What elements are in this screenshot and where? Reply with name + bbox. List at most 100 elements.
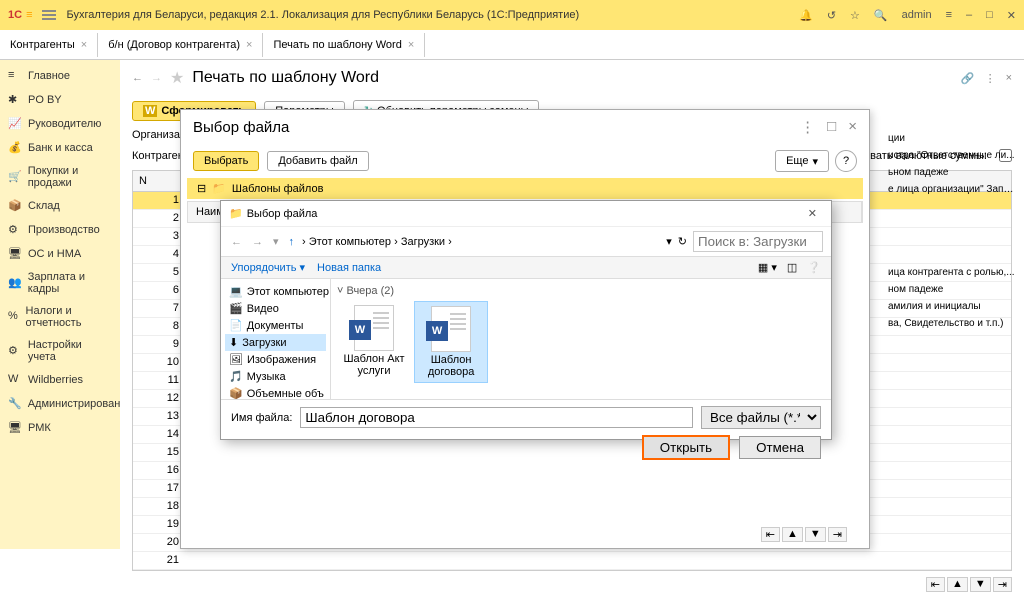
maximize-icon[interactable]: □ — [986, 9, 993, 21]
close-icon[interactable]: × — [246, 39, 252, 51]
sidebar-item[interactable]: WWildberries — [0, 368, 120, 392]
tree-item[interactable]: ⬇Загрузки — [225, 334, 326, 351]
bell-icon[interactable]: 🔔 — [799, 9, 813, 22]
tree-item[interactable]: 🖼Изображения — [225, 351, 326, 368]
dialog-max-icon[interactable]: □ — [827, 118, 836, 136]
select-button[interactable]: Выбрать — [193, 151, 259, 171]
sidebar-item[interactable]: 👥Зарплата и кадры — [0, 266, 120, 300]
info-text: ции — [888, 130, 1018, 147]
sidebar-item[interactable]: 📈Руководителю — [0, 112, 120, 136]
help-icon[interactable]: ❔ — [807, 261, 821, 274]
os-file-picker: 📁 Выбор файла ✕ ← → ▾ ↑ › Этот компьютер… — [220, 200, 832, 440]
new-folder-button[interactable]: Новая папка — [317, 262, 381, 274]
tree-item[interactable]: 📄Документы — [225, 317, 326, 334]
sidebar-icon: 📈 — [8, 117, 22, 131]
path-dropdown-icon[interactable]: ▾ — [666, 235, 672, 248]
page-title: Печать по шаблону Word — [192, 69, 379, 87]
close-app-icon[interactable]: ✕ — [1007, 9, 1016, 22]
back-icon[interactable]: ← — [132, 72, 143, 84]
info-text: ьном падеже — [888, 164, 1018, 181]
history-icon[interactable]: ↺ — [827, 9, 836, 22]
sidebar-item[interactable]: 📦Склад — [0, 194, 120, 218]
file-item-selected[interactable]: Шаблон договора — [414, 301, 488, 383]
nav-up-icon[interactable]: ▲ — [947, 577, 968, 592]
file-group-label[interactable]: ˅ Вчера (2) — [337, 285, 825, 297]
menu-burger-icon[interactable] — [42, 10, 56, 20]
nav-last-icon[interactable]: ⇥ — [828, 527, 847, 542]
close-page-icon[interactable]: × — [1006, 72, 1012, 85]
tree-icon: 🎵 — [229, 370, 243, 383]
file-item[interactable]: Шаблон Акт услуги — [337, 301, 411, 381]
sidebar-item[interactable]: ⚙Настройки учета — [0, 334, 120, 368]
sidebar-item[interactable]: ✱PO BY — [0, 88, 120, 112]
sidebar-icon: W — [8, 373, 22, 387]
picker-close-icon[interactable]: ✕ — [802, 205, 823, 222]
dialog-more-icon[interactable]: ⋮ — [800, 118, 815, 136]
word-doc-icon — [431, 306, 471, 352]
forward-icon[interactable]: → — [151, 72, 162, 84]
collapse-icon[interactable]: ⊟ — [197, 182, 206, 195]
open-button[interactable]: Открыть — [642, 435, 730, 460]
sidebar-item[interactable]: 🖥РМК — [0, 416, 120, 440]
close-icon[interactable]: × — [408, 39, 414, 51]
search-input[interactable] — [693, 231, 823, 252]
sidebar-item[interactable]: 💰Банк и касса — [0, 136, 120, 160]
search-icon[interactable]: 🔍 — [874, 9, 888, 22]
nav-back-icon[interactable]: ← — [229, 234, 244, 250]
sidebar-item[interactable]: 🖥ОС и НМА — [0, 242, 120, 266]
sidebar-item[interactable]: 🛒Покупки и продажи — [0, 160, 120, 194]
minimize-icon[interactable]: – — [966, 9, 972, 21]
user-label[interactable]: admin — [902, 9, 932, 21]
nav-down-icon[interactable]: ▼ — [805, 527, 826, 542]
breadcrumb[interactable]: › Этот компьютер › Загрузки › — [302, 236, 660, 248]
dialog-close-icon[interactable]: × — [848, 118, 857, 136]
help-button[interactable]: ? — [835, 150, 857, 172]
tree-item[interactable]: 📦Объемные объ — [225, 385, 326, 399]
info-text: амилия и инициалы — [888, 298, 1018, 315]
close-icon[interactable]: × — [81, 39, 87, 51]
nav-fwd-icon[interactable]: → — [250, 234, 265, 250]
tree-item[interactable]: 🎵Музыка — [225, 368, 326, 385]
favorite-star-icon[interactable]: ★ — [170, 68, 184, 88]
tree-icon: 📄 — [229, 319, 243, 332]
filename-input[interactable] — [300, 407, 693, 428]
nav-first-icon[interactable]: ⇤ — [926, 577, 945, 592]
table-row[interactable]: 21 — [133, 552, 1011, 570]
preview-icon[interactable]: ◫ — [787, 261, 797, 274]
nav-up-icon[interactable]: ↑ — [287, 234, 297, 250]
sidebar-item[interactable]: 🔧Администрирование — [0, 392, 120, 416]
sidebar-icon: 🖥 — [8, 247, 22, 261]
add-file-button[interactable]: Добавить файл — [267, 151, 368, 171]
cancel-button[interactable]: Отмена — [739, 436, 821, 459]
star-icon[interactable]: ☆ — [850, 9, 860, 22]
tree-item[interactable]: 💻Этот компьютер — [225, 283, 326, 300]
nav-up-icon[interactable]: ▲ — [782, 527, 803, 542]
sidebar-item[interactable]: %Налоги и отчетность — [0, 300, 120, 334]
organize-button[interactable]: Упорядочить ▾ — [231, 261, 305, 274]
tree-root-item[interactable]: ⊟ 📁 Шаблоны файлов — [187, 178, 863, 199]
info-text: ва, Свидетельство и т.п.) — [888, 315, 1018, 332]
nav-last-icon[interactable]: ⇥ — [993, 577, 1012, 592]
dialog-title: Выбор файла — [193, 119, 289, 136]
app-title: Бухгалтерия для Беларуси, редакция 2.1. … — [66, 9, 789, 21]
nav-history-icon[interactable]: ▾ — [271, 233, 281, 250]
view-icon[interactable]: ▦ ▾ — [758, 261, 777, 274]
link-icon[interactable]: 🔗 — [961, 72, 975, 85]
sidebar-icon: 💰 — [8, 141, 22, 155]
filename-label: Имя файла: — [231, 412, 292, 424]
info-text: истра "Ответственные ли... — [888, 147, 1018, 164]
more-button[interactable]: Еще ▾ — [775, 150, 829, 172]
sidebar-item[interactable]: ≡Главное — [0, 64, 120, 88]
tree-item[interactable]: 🎬Видео — [225, 300, 326, 317]
info-text: ица контрагента с ролью,... — [888, 264, 1018, 281]
nav-down-icon[interactable]: ▼ — [970, 577, 991, 592]
tab-contragents[interactable]: Контрагенты× — [0, 33, 98, 57]
sidebar-item[interactable]: ⚙Производство — [0, 218, 120, 242]
settings-icon[interactable]: ≡ — [946, 9, 952, 21]
filter-select[interactable]: Все файлы (*.*) — [701, 406, 821, 429]
nav-first-icon[interactable]: ⇤ — [761, 527, 780, 542]
refresh-icon[interactable]: ↻ — [678, 235, 687, 248]
more-icon[interactable]: ⋮ — [985, 72, 996, 85]
tab-contract[interactable]: б/н (Договор контрагента)× — [98, 33, 263, 57]
tab-print-template[interactable]: Печать по шаблону Word× — [263, 33, 425, 57]
